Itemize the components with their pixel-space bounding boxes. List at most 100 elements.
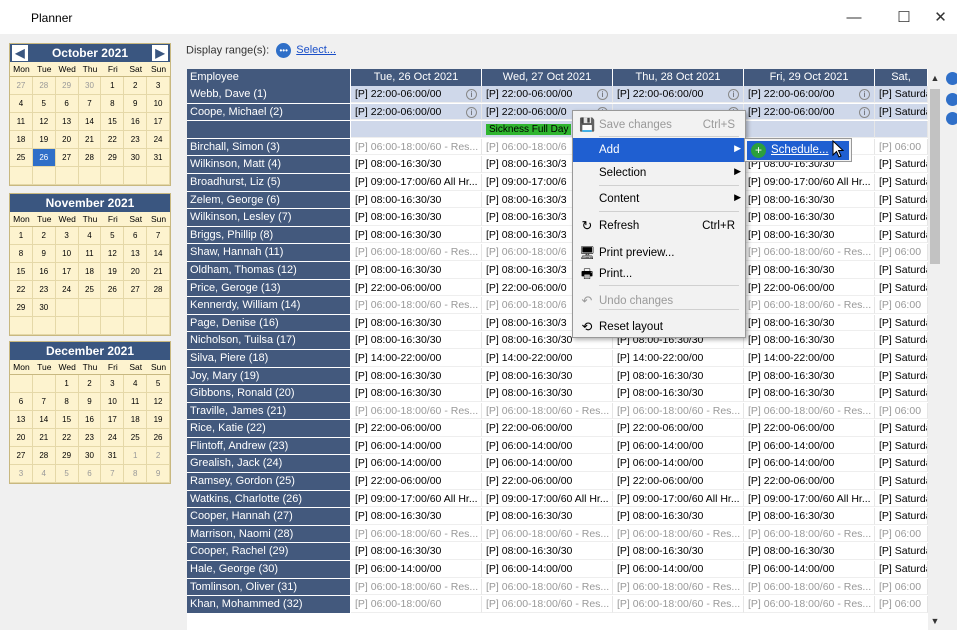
table-row[interactable]: Sickness Full Day (187, 121, 928, 139)
calendar-day[interactable]: 20 (124, 263, 148, 281)
shift-cell[interactable]: [P] 14:00-22:00/00 (613, 349, 744, 367)
table-row[interactable]: Joy, Mary (19) [P] 08:00-16:30/30 [P] 08:0… (187, 367, 928, 386)
table-row[interactable]: Zelem, George (6) [P] 08:00-16:30/30 [P] 0… (187, 191, 928, 210)
shift-cell[interactable]: [P] 09:00-17:00/60 All Hr... (613, 490, 744, 508)
employee-name[interactable]: Price, Geroge (13) (187, 279, 351, 297)
shift-cell[interactable]: [P] 14:00-22:00/00 (351, 349, 482, 367)
calendar-day[interactable]: 17 (147, 113, 170, 131)
employee-name[interactable]: Silva, Piere (18) (187, 349, 351, 367)
shift-cell[interactable]: [P] 06:00-14:00/00 (351, 455, 482, 473)
calendar-day[interactable]: 30 (124, 149, 148, 167)
calendar-day[interactable]: 12 (147, 393, 170, 411)
table-row[interactable]: Grealish, Jack (24) [P] 06:00-14:00/00 [P]… (187, 455, 928, 474)
shift-cell[interactable]: [P] Saturda (875, 473, 928, 490)
calendar-day[interactable]: 14 (32, 411, 56, 429)
shift-cell[interactable]: [P] 22:00-06:00/00 (744, 420, 875, 437)
shift-cell[interactable]: [P] 06:00-18:00/60 - Res... (482, 525, 613, 543)
shift-cell[interactable]: [P] 06:00-18:00/60 - Res... (613, 596, 744, 613)
table-row[interactable]: Rice, Katie (22) [P] 22:00-06:00/00 [P] 22… (187, 420, 928, 438)
shift-cell[interactable]: [P] 06:00-14:00/00 (613, 455, 744, 473)
close-button[interactable]: ✕ (924, 6, 957, 30)
calendar-day[interactable]: 25 (124, 429, 148, 447)
calendar-day[interactable]: 6 (55, 95, 79, 113)
shift-cell[interactable]: [P] 08:00-16:30/30 (351, 156, 482, 173)
shift-cell[interactable]: [P] 08:00-16:30/30 (351, 385, 482, 402)
employee-column-header[interactable]: Employee (187, 69, 351, 86)
employee-name[interactable]: Cooper, Rachel (29) (187, 543, 351, 561)
calendar-day[interactable]: 30 (32, 299, 56, 317)
shift-cell[interactable]: [P] 08:00-16:30/30 (482, 508, 613, 525)
shift-cell[interactable]: [P] Saturda (875, 437, 928, 455)
calendar-day[interactable]: 9 (147, 465, 170, 483)
shift-cell[interactable]: [P] 08:00-16:30/30 (613, 385, 744, 402)
calendar-day[interactable]: 22 (101, 131, 125, 149)
employee-name[interactable]: Coope, Michael (2) (187, 103, 351, 121)
calendar-day[interactable]: 23 (78, 429, 102, 447)
shift-cell[interactable]: [P] 06:00-18:00/60 - Res... (613, 525, 744, 543)
table-row[interactable]: Traville, James (21) [P] 06:00-18:00/60 -… (187, 402, 928, 421)
employee-name[interactable]: Grealish, Jack (24) (187, 455, 351, 473)
shift-cell[interactable]: [P] 06:00-18:00/60 - Res... (351, 578, 482, 596)
calendar-day[interactable]: 6 (124, 227, 148, 245)
shift-cell[interactable]: [P] 06:00-14:00/00 (744, 561, 875, 578)
menu-item-content[interactable]: Content ▶ (573, 187, 745, 211)
shift-cell[interactable]: [P] 14:00-22:00/00 (744, 349, 875, 367)
calendar-day[interactable]: 7 (78, 95, 102, 113)
calendar-day[interactable]: 15 (55, 411, 79, 429)
calendar-day[interactable]: 2 (32, 227, 56, 245)
info-icon[interactable]: i (466, 89, 477, 100)
shift-cell[interactable]: [P] 08:00-16:30/30 (613, 543, 744, 561)
shift-cell[interactable]: [P] 06:00-18:00/60 - Res... (482, 402, 613, 420)
calendar-day[interactable]: 6 (78, 465, 102, 483)
date-column-header[interactable]: Thu, 28 Oct 2021 (613, 69, 744, 86)
shift-cell[interactable]: [P] 08:00-16:30/30 (482, 367, 613, 385)
shift-cell[interactable]: [P] Saturda (875, 490, 928, 508)
calendar-day[interactable]: 19 (101, 263, 125, 281)
shift-cell[interactable]: [P] 08:00-16:30/30 (744, 385, 875, 402)
shift-cell[interactable]: [P] 08:00-16:30/30 (744, 314, 875, 332)
calendar-day[interactable]: 4 (78, 227, 102, 245)
calendar-day[interactable]: 18 (10, 131, 33, 149)
menu-item-selection[interactable]: Selection ▶ (573, 161, 745, 185)
calendar-day[interactable]: 23 (32, 281, 56, 299)
shift-cell[interactable]: [P] 22:00-06:00/00 i (744, 86, 875, 103)
calendar-day[interactable]: 5 (101, 227, 125, 245)
calendar-day[interactable]: 11 (78, 245, 102, 263)
calendar-day[interactable]: 21 (147, 263, 170, 281)
shift-cell[interactable]: [P] 22:00-06:00/00 (482, 473, 613, 490)
shift-cell[interactable]: [P] 06:00-18:00/60 - Res... (351, 402, 482, 420)
calendar-day[interactable]: 8 (55, 393, 79, 411)
table-row[interactable]: Hale, George (30) [P] 06:00-14:00/00 [P] 0… (187, 561, 928, 579)
menu-item-refresh[interactable]: ↻ Refresh Ctrl+R (573, 214, 745, 238)
select-range-link[interactable]: Select... (296, 44, 336, 56)
table-row[interactable]: Flintoff, Andrew (23) [P] 06:00-14:00/00 [… (187, 437, 928, 456)
calendar-day[interactable]: 14 (147, 245, 170, 263)
prev-month-arrow-icon[interactable]: ◀ (12, 45, 28, 61)
calendar-day[interactable]: 25 (10, 149, 33, 167)
shift-cell[interactable]: [P] Saturda (875, 543, 928, 561)
calendar-day[interactable]: 10 (55, 245, 79, 263)
employee-name[interactable]: Kennerdy, William (14) (187, 297, 351, 314)
shift-cell[interactable]: [P] 22:00-06:00/00 (351, 279, 482, 297)
calendar-day[interactable]: 8 (101, 95, 125, 113)
shift-cell[interactable]: [P] 08:00-16:30/30 (351, 314, 482, 332)
table-row[interactable]: Coope, Michael (2) [P] 22:00-06:00/00 i [P]… (187, 103, 928, 122)
employee-name[interactable]: Zelem, George (6) (187, 191, 351, 209)
shift-cell[interactable]: [P] 06:00-14:00/00 (351, 561, 482, 578)
employee-name[interactable]: Traville, James (21) (187, 402, 351, 420)
menu-item-print[interactable]: 🖶 Print... (573, 262, 745, 286)
shift-cell[interactable] (875, 121, 928, 138)
calendar-day[interactable]: 9 (32, 245, 56, 263)
shift-cell[interactable]: [P] 08:00-16:30/30 (351, 209, 482, 226)
calendar-day[interactable]: 21 (32, 429, 56, 447)
more-icon[interactable]: ••• (276, 43, 292, 58)
calendar-day[interactable]: 11 (10, 113, 33, 131)
table-row[interactable]: Gibbons, Ronald (20) [P] 08:00-16:30/30 [P… (187, 385, 928, 403)
table-row[interactable]: Silva, Piere (18) [P] 14:00-22:00/00 [P] 1… (187, 349, 928, 368)
calendar-day[interactable]: 12 (32, 113, 56, 131)
calendar-day[interactable]: 3 (55, 227, 79, 245)
shift-cell[interactable]: [P] 08:00-16:30/30 (744, 209, 875, 226)
shift-cell[interactable]: [P] Saturda (875, 385, 928, 402)
calendar-day[interactable]: 29 (101, 149, 125, 167)
table-row[interactable]: Marrison, Naomi (28) [P] 06:00-18:00/60 -… (187, 525, 928, 544)
